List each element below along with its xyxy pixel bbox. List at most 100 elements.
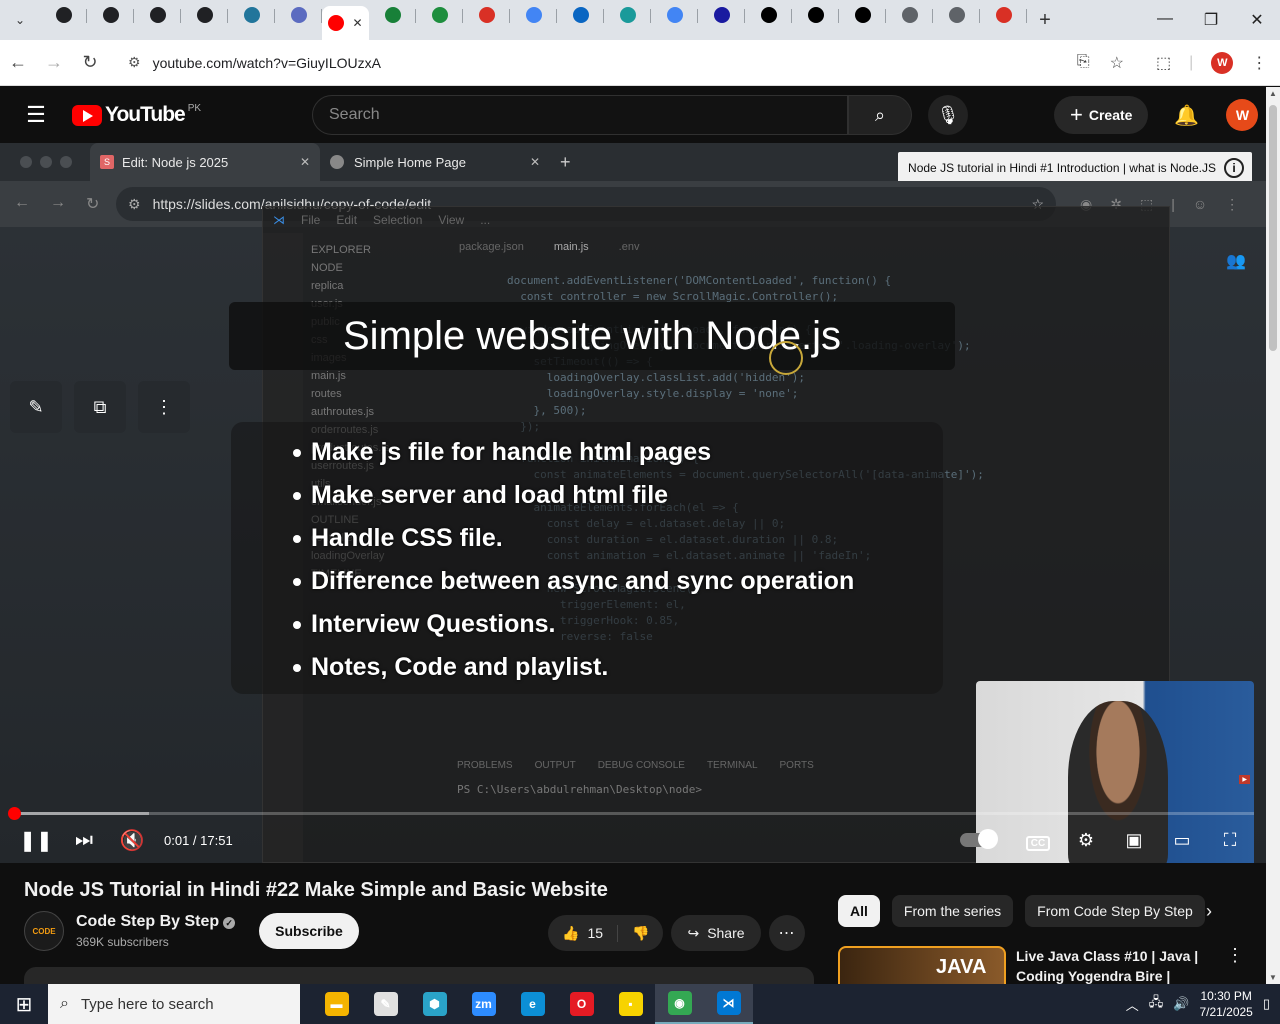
browser-tab[interactable] bbox=[228, 0, 275, 30]
browser-tab[interactable] bbox=[604, 0, 651, 30]
chip-all[interactable]: All bbox=[838, 895, 880, 927]
scroll-up-icon[interactable]: ▲ bbox=[1269, 89, 1277, 98]
close-window-icon[interactable]: ✕ bbox=[1234, 10, 1280, 30]
browser-tab[interactable] bbox=[839, 0, 886, 30]
browser-tab[interactable] bbox=[792, 0, 839, 30]
globe-icon bbox=[901, 7, 918, 23]
search-input[interactable]: Search bbox=[312, 95, 848, 135]
bookmark-star-icon[interactable]: ☆ bbox=[1110, 53, 1124, 73]
scroll-down-icon[interactable]: ▼ bbox=[1269, 973, 1277, 982]
browser-tab[interactable] bbox=[369, 0, 416, 30]
like-button[interactable]: 👍 15 bbox=[548, 924, 619, 942]
subscribe-button[interactable]: Subscribe bbox=[259, 913, 359, 949]
channel-avatar[interactable]: CODE bbox=[24, 911, 64, 951]
notification-center-icon[interactable]: ▯ bbox=[1263, 996, 1270, 1012]
scrubber-handle[interactable] bbox=[8, 807, 21, 820]
panel-tab: OUTPUT bbox=[534, 760, 576, 771]
address-bar[interactable]: ⚙ youtube.com/watch?v=GiuyILOUzxA ⎘ ☆ bbox=[116, 45, 1136, 80]
pause-icon[interactable]: ❚❚ bbox=[12, 828, 60, 853]
video-tab-label: Simple Home Page bbox=[354, 154, 466, 170]
taskbar-app[interactable]: ⬢ bbox=[410, 984, 459, 1024]
taskbar-app[interactable]: ▬ bbox=[312, 984, 361, 1024]
toolbar-divider: | bbox=[1189, 53, 1194, 71]
captions-icon[interactable]: CC bbox=[1014, 830, 1062, 851]
youtube-logo[interactable]: YouTube PK bbox=[72, 103, 312, 127]
notifications-bell-icon[interactable]: 🔔 bbox=[1166, 103, 1206, 128]
windows-start-icon[interactable]: ⊞ bbox=[0, 992, 48, 1017]
taskbar-app[interactable]: ◉ bbox=[655, 984, 704, 1024]
new-tab-button[interactable]: + bbox=[1027, 9, 1063, 32]
settings-gear-icon[interactable]: ⚙ bbox=[1062, 830, 1110, 851]
tray-chevron-icon[interactable]: ︿ bbox=[1126, 995, 1139, 1014]
fullscreen-icon[interactable]: ⛶ bbox=[1206, 830, 1254, 851]
restore-icon[interactable]: ❐ bbox=[1188, 10, 1234, 30]
reload-icon[interactable]: ↻ bbox=[72, 52, 108, 73]
browser-tab[interactable]: ✕ bbox=[322, 6, 369, 40]
browser-tab[interactable] bbox=[933, 0, 980, 30]
close-tab-icon[interactable]: ✕ bbox=[352, 16, 362, 30]
search-button[interactable]: ⌕ bbox=[848, 95, 912, 135]
vscode-menu-item: View bbox=[438, 213, 465, 227]
taskbar-search[interactable]: ⌕ Type here to search bbox=[48, 984, 300, 1024]
browser-tab[interactable] bbox=[886, 0, 933, 30]
back-icon[interactable]: ← bbox=[0, 52, 36, 73]
tab-search-chevron-icon[interactable]: ⌄ bbox=[0, 0, 40, 40]
share-button[interactable]: ↪ Share bbox=[671, 915, 761, 951]
browser-tab[interactable] bbox=[651, 0, 698, 30]
dislike-button[interactable]: 👎 bbox=[618, 925, 663, 942]
theater-mode-icon[interactable]: ▭ bbox=[1158, 830, 1206, 851]
install-app-icon[interactable]: ⎘ bbox=[1077, 53, 1090, 73]
next-icon[interactable]: ⏭ bbox=[60, 829, 108, 852]
recommended-more-icon[interactable]: ⋮ bbox=[1226, 945, 1244, 966]
chips-next-icon[interactable]: › bbox=[1206, 901, 1212, 922]
browser-menu-icon[interactable]: ⋮ bbox=[1251, 53, 1267, 73]
explorer-item: replica bbox=[311, 280, 344, 292]
taskbar-app[interactable]: zm bbox=[459, 984, 508, 1024]
forward-icon[interactable]: → bbox=[36, 52, 72, 73]
volume-icon[interactable]: 🔊 bbox=[1173, 996, 1189, 1012]
seek-bar[interactable] bbox=[8, 807, 1254, 820]
youtube-avatar[interactable]: W bbox=[1226, 99, 1259, 131]
taskbar-app[interactable]: ✎ bbox=[361, 984, 410, 1024]
taskbar-app[interactable]: ⋊ bbox=[704, 984, 753, 1024]
site-info-icon[interactable]: ⚙ bbox=[128, 54, 141, 71]
info-icon[interactable]: i bbox=[1224, 158, 1244, 178]
browser-tab[interactable] bbox=[416, 0, 463, 30]
clock[interactable]: 10:30 PM 7/21/2025 bbox=[1199, 988, 1252, 1020]
muted-volume-icon[interactable]: 🔇 bbox=[108, 828, 156, 853]
browser-tab[interactable] bbox=[275, 0, 322, 30]
taskbar-app[interactable]: ▪ bbox=[606, 984, 655, 1024]
voice-search-button[interactable]: 🎙 bbox=[928, 95, 968, 135]
chrome-icon: ◉ bbox=[667, 991, 692, 1015]
profile-avatar[interactable]: W bbox=[1211, 51, 1234, 74]
browser-tab[interactable] bbox=[181, 0, 228, 30]
browser-tab[interactable] bbox=[87, 0, 134, 30]
chip-channel[interactable]: From Code Step By Step bbox=[1025, 895, 1205, 927]
menu-icon[interactable]: ☰ bbox=[0, 102, 72, 128]
taskbar-app[interactable]: e bbox=[508, 984, 557, 1024]
browser-tab[interactable] bbox=[980, 0, 1027, 30]
more-actions-icon[interactable]: ⋯ bbox=[768, 915, 805, 951]
minimize-icon[interactable]: — bbox=[1142, 10, 1188, 30]
like-count: 15 bbox=[587, 925, 604, 941]
channel-row: CODE Code Step By Step ✓ 369K subscribers… bbox=[24, 911, 359, 951]
browser-tab[interactable] bbox=[557, 0, 604, 30]
x-logo-icon bbox=[713, 7, 730, 23]
browser-tab[interactable] bbox=[40, 0, 87, 30]
scrollbar-thumb[interactable] bbox=[1269, 105, 1277, 351]
extensions-icon[interactable]: ⬚ bbox=[1156, 53, 1171, 73]
chip-series[interactable]: From the series bbox=[891, 895, 1014, 927]
browser-tab[interactable] bbox=[463, 0, 510, 30]
network-icon[interactable]: 🖧 bbox=[1149, 993, 1164, 1015]
browser-tab[interactable] bbox=[510, 0, 557, 30]
autoplay-toggle[interactable] bbox=[960, 829, 998, 849]
page-scrollbar[interactable]: ▲ ▼ bbox=[1266, 87, 1280, 984]
create-button[interactable]: + Create bbox=[1054, 96, 1149, 134]
taskbar-app[interactable]: O bbox=[557, 984, 606, 1024]
vscode-logo-icon: ⋊ bbox=[273, 213, 285, 227]
miniplayer-icon[interactable]: ▣ bbox=[1110, 830, 1158, 851]
channel-name[interactable]: Code Step By Step bbox=[76, 913, 219, 930]
browser-tab[interactable] bbox=[745, 0, 792, 30]
browser-tab[interactable] bbox=[134, 0, 181, 30]
browser-tab[interactable] bbox=[698, 0, 745, 30]
